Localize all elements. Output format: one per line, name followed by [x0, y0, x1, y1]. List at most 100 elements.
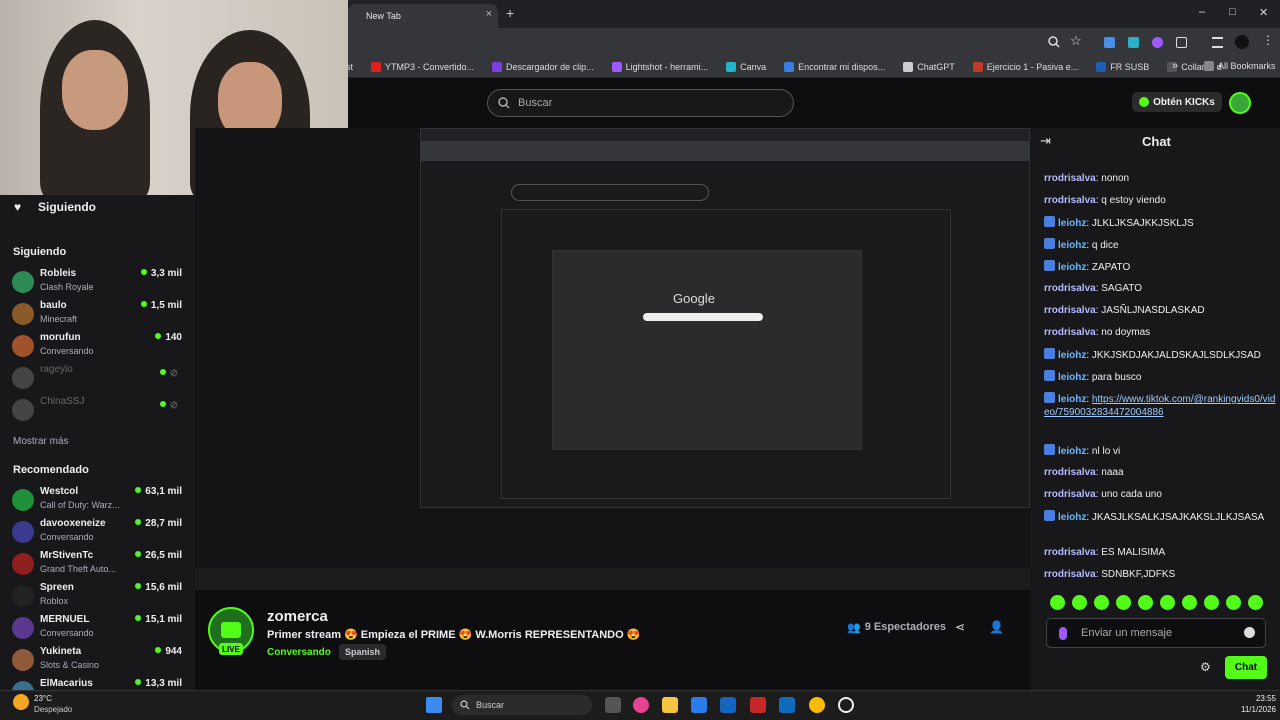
chat-settings-gear-icon[interactable]: ⚙: [1200, 660, 1211, 674]
bookmark-star-icon[interactable]: ☆: [1070, 33, 1082, 49]
chat-message: leiohz: nl lo vi: [1044, 444, 1276, 458]
chat-message: rrodrisalva: SAGATO: [1044, 282, 1276, 295]
sidebar-channel-robleis[interactable]: Robleis Clash Royale 3,3 mil: [12, 268, 182, 298]
outlook-icon[interactable]: [779, 697, 795, 713]
collapse-chat-icon[interactable]: ⇥: [1040, 133, 1051, 149]
get-kicks-button[interactable]: Obtén KICKs: [1132, 92, 1222, 112]
sidebar-channel-chinassj[interactable]: ChinaSSJ ⊘: [12, 396, 182, 426]
chat-username[interactable]: rrodrisalva: [1044, 467, 1096, 478]
extensions-puzzle-icon[interactable]: [1176, 37, 1187, 48]
chat-send-button[interactable]: Chat: [1225, 656, 1267, 679]
viewers-icon: 👥: [847, 622, 861, 634]
user-avatar[interactable]: [1229, 92, 1251, 114]
follow-user-icon[interactable]: 👤: [989, 620, 1004, 634]
chat-username[interactable]: rrodrisalva: [1044, 305, 1096, 316]
taskbar-search[interactable]: Buscar: [452, 695, 592, 715]
mic-icon[interactable]: [1059, 627, 1067, 640]
bookmark-item[interactable]: Lightshot - herrami...: [611, 61, 708, 72]
minimize-icon[interactable]: –: [1199, 6, 1205, 18]
sidebar-channel-mernuel[interactable]: MERNUEL Conversando 15,1 mil: [12, 614, 182, 644]
sidebar-channel-yukineta[interactable]: Yukineta Slots & Casino 944: [12, 646, 182, 676]
chrome-icon[interactable]: [809, 697, 825, 713]
zoom-icon[interactable]: [1048, 36, 1060, 48]
bookmarks-overflow-icon[interactable]: »: [1172, 60, 1178, 72]
task-view-icon[interactable]: [605, 697, 621, 713]
reading-list-icon[interactable]: [1212, 37, 1223, 48]
bookmark-item[interactable]: ChatGPT: [903, 61, 955, 72]
emote-icon[interactable]: [1248, 595, 1263, 610]
menu-kebab-icon[interactable]: ⋮: [1262, 33, 1274, 47]
store-icon[interactable]: [691, 697, 707, 713]
new-tab-button[interactable]: +: [506, 5, 514, 21]
chat-input[interactable]: Enviar un mensaje: [1046, 618, 1266, 648]
file-explorer-icon[interactable]: [662, 697, 678, 713]
chat-username[interactable]: leiohz: [1058, 240, 1086, 251]
windows-start-icon[interactable]: [426, 697, 442, 713]
profile-icon[interactable]: [1235, 35, 1249, 49]
sidebar-channel-baulo[interactable]: baulo Minecraft 1,5 mil: [12, 300, 182, 330]
app-circle-icon[interactable]: [838, 697, 854, 713]
chat-username[interactable]: leiohz: [1058, 446, 1086, 457]
chat-username[interactable]: leiohz: [1058, 372, 1086, 383]
translate-extension-icon[interactable]: [1104, 37, 1115, 48]
sidebar-channel-westcol[interactable]: Westcol Call of Duty: Warz... 63,1 mil: [12, 486, 182, 516]
channel-name: baulo: [40, 300, 67, 311]
chat-text: JKASJLKSALKJSAJKAKSLJLKJSASA: [1091, 512, 1265, 523]
bookmark-item[interactable]: Ejercicio 1 - Pasiva e...: [972, 61, 1078, 72]
sidebar-channel-davooxeneize[interactable]: davooxeneize Conversando 28,7 mil: [12, 518, 182, 548]
extension-purple-icon[interactable]: [1152, 37, 1163, 48]
chat-message: rrodrisalva: JASÑLJNASDLASKAD: [1044, 304, 1276, 317]
dell-icon[interactable]: [720, 697, 736, 713]
emote-icon[interactable]: [1182, 595, 1197, 610]
clock-time[interactable]: 23:55: [1246, 694, 1276, 703]
chat-username[interactable]: leiohz: [1058, 394, 1086, 405]
chat-username[interactable]: rrodrisalva: [1044, 327, 1096, 338]
bookmark-item[interactable]: Encontrar mi dispos...: [784, 61, 885, 72]
emote-icon[interactable]: [1094, 595, 1109, 610]
emote-icon[interactable]: [1138, 595, 1153, 610]
search-input[interactable]: Buscar: [487, 89, 794, 117]
emote-icon[interactable]: [1226, 595, 1241, 610]
tab-close-icon[interactable]: ×: [486, 8, 492, 20]
search-placeholder: Buscar: [518, 97, 553, 109]
copilot-icon[interactable]: [633, 697, 649, 713]
chat-username[interactable]: rrodrisalva: [1044, 547, 1096, 558]
emote-icon[interactable]: [1204, 595, 1219, 610]
bookmark-item[interactable]: Canva: [726, 61, 766, 72]
extension-icon[interactable]: [1128, 37, 1139, 48]
emote-icon[interactable]: [1072, 595, 1087, 610]
sidebar-channel-morufun[interactable]: morufun Conversando 140: [12, 332, 182, 362]
bookmark-item[interactable]: FR SUSB: [1096, 61, 1149, 72]
bookmark-item[interactable]: YTMP3 - Convertido...: [371, 61, 474, 72]
stream-category[interactable]: Conversando: [267, 647, 331, 658]
stream-video[interactable]: Google: [195, 128, 1030, 590]
tab-new-tab[interactable]: New Tab ×: [348, 4, 498, 28]
bookmark-item[interactable]: Descargador de clip...: [492, 61, 594, 72]
chat-username[interactable]: rrodrisalva: [1044, 195, 1096, 206]
chat-username[interactable]: leiohz: [1058, 262, 1086, 273]
language-tag[interactable]: Spanish: [339, 644, 387, 660]
channel-name[interactable]: zomerca: [267, 608, 328, 625]
chat-username[interactable]: rrodrisalva: [1044, 489, 1096, 500]
show-more-link[interactable]: Mostrar más: [13, 436, 69, 447]
user-badge-icon: [1044, 444, 1055, 455]
mcafee-icon[interactable]: [750, 697, 766, 713]
weather-temp[interactable]: 23°C: [34, 694, 52, 703]
emoji-icon[interactable]: [1244, 627, 1255, 638]
sidebar-channel-mrstiventc[interactable]: MrStivenTc Grand Theft Auto... 26,5 mil: [12, 550, 182, 580]
emote-icon[interactable]: [1050, 595, 1065, 610]
maximize-icon[interactable]: □: [1229, 6, 1236, 18]
all-bookmarks-button[interactable]: All Bookmarks: [1204, 61, 1276, 71]
chat-username[interactable]: rrodrisalva: [1044, 173, 1096, 184]
chat-username[interactable]: leiohz: [1058, 350, 1086, 361]
share-icon[interactable]: ⋖: [955, 620, 965, 634]
sidebar-channel-rageylo[interactable]: rageylo ⊘: [12, 364, 182, 394]
chat-username[interactable]: leiohz: [1058, 218, 1086, 229]
chat-username[interactable]: rrodrisalva: [1044, 283, 1096, 294]
chat-username[interactable]: leiohz: [1058, 512, 1086, 523]
chat-username[interactable]: rrodrisalva: [1044, 569, 1096, 580]
sidebar-channel-spreen[interactable]: Spreen Roblox 15,6 mil: [12, 582, 182, 612]
emote-icon[interactable]: [1160, 595, 1175, 610]
emote-icon[interactable]: [1116, 595, 1131, 610]
close-window-icon[interactable]: ✕: [1259, 6, 1268, 19]
